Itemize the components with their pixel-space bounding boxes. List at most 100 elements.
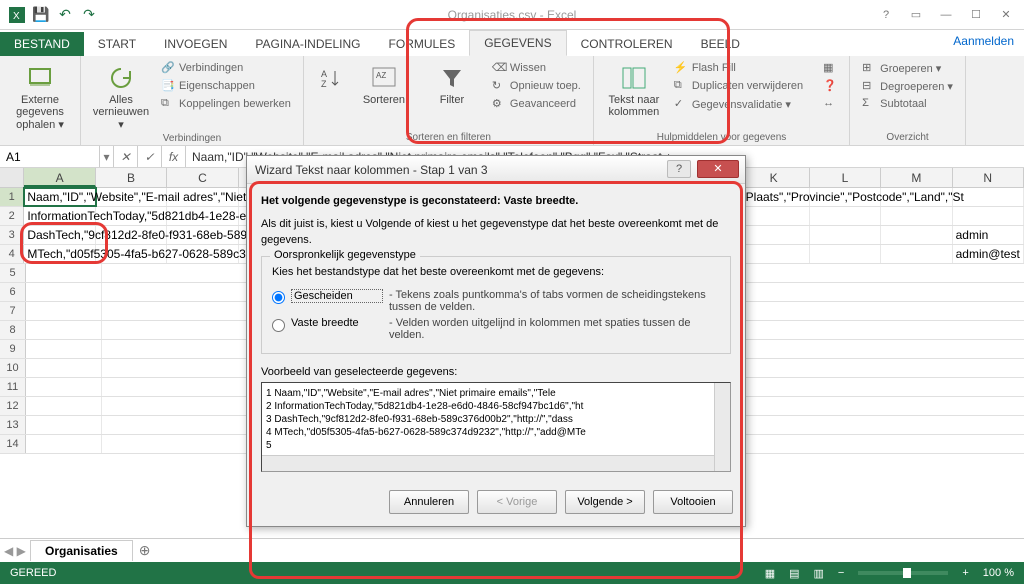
name-box-dropdown[interactable]: ▾ [100,146,114,167]
sort-asc-icon: AZ [316,64,344,92]
tab-data[interactable]: GEGEVENS [469,30,566,56]
tab-view[interactable]: BEELD [687,32,754,56]
tab-formulas[interactable]: FORMULES [375,32,470,56]
col-header-N[interactable]: N [953,168,1024,187]
clear-filter-button[interactable]: ⌫Wissen [490,60,583,76]
finish-button[interactable]: Voltooien [653,490,733,514]
save-icon[interactable]: 💾 [32,6,50,24]
minimize-icon[interactable]: — [932,4,960,26]
text-to-columns-icon [620,64,648,92]
redo-icon[interactable]: ↷ [80,6,98,24]
connections-button[interactable]: 🔗Verbindingen [159,60,293,76]
name-box[interactable]: A1 [0,146,100,167]
view-normal-icon[interactable]: ▦ [765,567,775,580]
view-pagebreak-icon[interactable]: ▥ [814,567,824,580]
consolidate-button[interactable]: ▦ [821,60,839,76]
next-button[interactable]: Volgende > [565,490,645,514]
filter-button[interactable]: Filter [422,60,482,106]
row-header-14[interactable]: 14 [0,435,26,453]
tab-review[interactable]: CONTROLEREN [567,32,687,56]
row-header-11[interactable]: 11 [0,378,26,396]
cell-A4[interactable]: MTech,"d05f5305-4fa5-b627-0628-589c374d9… [24,245,95,263]
tab-insert[interactable]: INVOEGEN [150,32,241,56]
remove-duplicates-button[interactable]: ⧉Duplicaten verwijderen [672,78,805,94]
preview-hscrollbar[interactable] [262,455,714,471]
row-header-8[interactable]: 8 [0,321,26,339]
row-header-9[interactable]: 9 [0,340,26,358]
col-header-L[interactable]: L [810,168,881,187]
undo-icon[interactable]: ↶ [56,6,74,24]
dialog-help-button[interactable]: ? [667,160,691,178]
row-header-10[interactable]: 10 [0,359,26,377]
relationships-button[interactable]: ↔ [821,96,839,112]
flash-fill-button[interactable]: ⚡Flash Fill [672,60,805,76]
col-header-C[interactable]: C [167,168,238,187]
ungroup-button[interactable]: ⊟Degroeperen ▾ [860,78,955,94]
maximize-icon[interactable]: ☐ [962,4,990,26]
refresh-all-button[interactable]: Alles vernieuwen ▾ [91,60,151,131]
row-header-6[interactable]: 6 [0,283,26,301]
row-header-7[interactable]: 7 [0,302,26,320]
zoom-out-button[interactable]: − [838,567,844,579]
row-header-4[interactable]: 4 [0,245,24,263]
add-sheet-button[interactable]: ⊕ [139,542,151,559]
subtotal-button[interactable]: ΣSubtotaal [860,96,955,112]
fx-button[interactable]: fx [162,146,186,167]
radio-fixed-width[interactable] [272,319,285,332]
sort-button[interactable]: AZ Sorteren [354,60,414,106]
data-validation-button[interactable]: ✓Gegevensvalidatie ▾ [672,96,805,112]
group-button[interactable]: ⊞Groeperen ▾ [860,60,955,76]
sheet-tab-organisaties[interactable]: Organisaties [30,540,133,561]
cancel-formula-button[interactable]: ✕ [114,146,138,167]
tab-layout[interactable]: PAGINA-INDELING [241,32,374,56]
select-all-corner[interactable] [0,168,24,187]
dialog-titlebar[interactable]: Wizard Tekst naar kolommen - Stap 1 van … [247,156,745,184]
edit-links-button[interactable]: ⧉Koppelingen bewerken [159,96,293,112]
sign-in-link[interactable]: Aanmelden [953,34,1014,48]
row-header-13[interactable]: 13 [0,416,26,434]
tab-file[interactable]: BESTAND [0,32,84,56]
help-icon[interactable]: ? [872,4,900,26]
ribbon-options-icon[interactable]: ▭ [902,4,930,26]
zoom-in-button[interactable]: + [962,567,968,579]
tab-home[interactable]: START [84,32,150,56]
status-bar: GEREED ▦ ▤ ▥ − + 100 % [0,562,1024,584]
properties-button[interactable]: 📑Eigenschappen [159,78,293,94]
col-header-B[interactable]: B [96,168,167,187]
external-data-button[interactable]: Externe gegevens ophalen ▾ [10,60,70,131]
cell-N3[interactable]: admin [953,226,1024,244]
radio-delimited-label[interactable]: Gescheiden [291,289,383,303]
row-header-5[interactable]: 5 [0,264,26,282]
radio-delimited[interactable] [272,291,285,304]
dialog-close-button[interactable]: ✕ [697,160,739,178]
col-header-A[interactable]: A [24,168,95,187]
window-title: Organisaties.csv - Excel [448,8,577,22]
row-header-2[interactable]: 2 [0,207,24,225]
view-layout-icon[interactable]: ▤ [789,567,799,580]
sheet-nav[interactable]: ◀ ▶ [4,544,26,558]
preview-vscrollbar[interactable] [714,383,730,471]
col-header-M[interactable]: M [881,168,952,187]
enter-formula-button[interactable]: ✓ [138,146,162,167]
cell-A2[interactable]: InformationTechToday,"5d821db4-1e28-e6d0… [24,207,95,225]
reapply-button[interactable]: ↻Opnieuw toep. [490,78,583,94]
row-header-12[interactable]: 12 [0,397,26,415]
refresh-label: Alles vernieuwen ▾ [91,94,151,131]
cell-N4[interactable]: admin@test [953,245,1024,263]
text-to-columns-button[interactable]: Tekst naar kolommen [604,60,664,118]
data-tools-group-label: Hulpmiddelen voor gegevens [604,132,839,143]
close-icon[interactable]: ✕ [992,4,1020,26]
cell-A1[interactable]: Naam,"ID","Website","E-mail adres","Niet… [24,188,95,206]
cell-K1[interactable]: "Plaats","Provincie","Postcode","Land","… [738,188,809,206]
whatif-button[interactable]: ❓ [821,78,839,94]
row-header-1[interactable]: 1 [0,188,24,206]
col-header-K[interactable]: K [738,168,809,187]
cancel-button[interactable]: Annuleren [389,490,469,514]
zoom-slider[interactable] [858,571,948,575]
cell-A3[interactable]: DashTech,"9cf812d2-8fe0-f931-68eb-589c37… [24,226,95,244]
row-header-3[interactable]: 3 [0,226,24,244]
sort-asc-button[interactable]: AZ [314,60,346,94]
radio-fixed-width-label[interactable]: Vaste breedte [291,317,383,329]
zoom-level[interactable]: 100 % [983,567,1014,579]
advanced-filter-button[interactable]: ⚙Geavanceerd [490,96,583,112]
